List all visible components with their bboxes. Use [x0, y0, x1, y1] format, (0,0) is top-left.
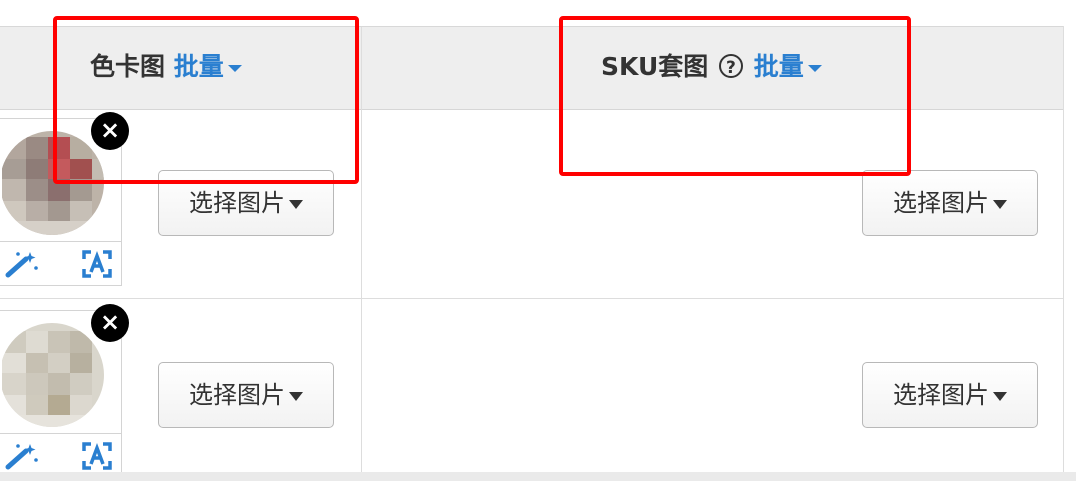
- caret-down-icon: [289, 199, 303, 209]
- horizontal-scrollbar[interactable]: [0, 472, 1076, 481]
- select-image-button[interactable]: 选择图片: [158, 362, 334, 428]
- sku-batch-dropdown[interactable]: 批量: [745, 52, 822, 81]
- column-divider: [361, 27, 362, 472]
- select-image-label: 选择图片: [189, 381, 285, 409]
- thumbnail-actions: [0, 434, 122, 474]
- select-sku-image-button[interactable]: 选择图片: [862, 170, 1038, 236]
- batch-label: 批量: [173, 52, 224, 81]
- sku-table: 色卡图 批量 SKU套图 ? 批量 × 选择图片 选择图片 × 选择图片 选择图…: [0, 0, 1076, 481]
- sku-image-title: SKU套图: [601, 52, 709, 81]
- magic-wand-icon[interactable]: [4, 250, 40, 278]
- close-icon[interactable]: ×: [91, 304, 129, 342]
- caret-down-icon: [993, 391, 1007, 401]
- magic-wand-icon[interactable]: [4, 442, 40, 470]
- caret-down-icon: [289, 391, 303, 401]
- color-card-title: 色卡图: [90, 52, 166, 81]
- select-image-label: 选择图片: [893, 189, 989, 217]
- batch-label: 批量: [753, 52, 804, 81]
- sku-image-header: SKU套图 ? 批量: [601, 49, 822, 85]
- thumbnail-actions: [0, 242, 122, 286]
- table-right-border: [1063, 26, 1064, 472]
- select-image-label: 选择图片: [189, 189, 285, 217]
- crop-icon[interactable]: [82, 442, 112, 470]
- select-sku-image-button[interactable]: 选择图片: [862, 362, 1038, 428]
- help-icon[interactable]: ?: [718, 54, 743, 78]
- caret-down-icon: [993, 199, 1007, 209]
- color-card-header: 色卡图 批量: [90, 49, 242, 85]
- select-image-button[interactable]: 选择图片: [158, 170, 334, 236]
- crop-icon[interactable]: [82, 250, 112, 278]
- select-image-label: 选择图片: [893, 381, 989, 409]
- header-divider: [54, 27, 55, 108]
- caret-down-icon: [227, 64, 242, 72]
- color-card-batch-dropdown[interactable]: 批量: [174, 52, 242, 81]
- close-icon[interactable]: ×: [91, 112, 129, 150]
- caret-down-icon: [807, 64, 822, 72]
- row-separator: [0, 298, 1063, 299]
